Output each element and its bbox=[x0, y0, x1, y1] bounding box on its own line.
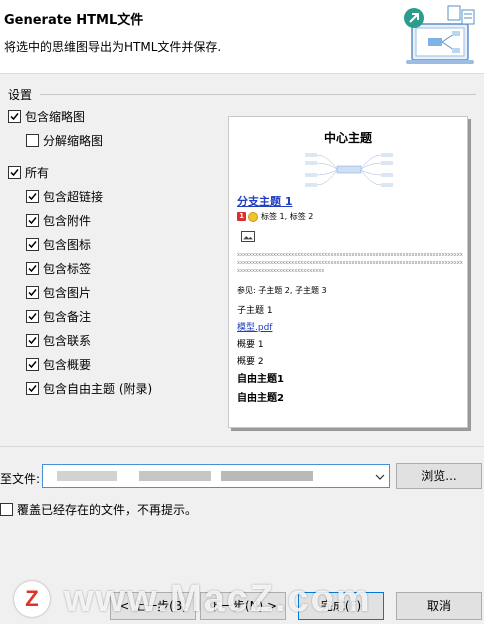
preview-branch-link: 分支主题 1 bbox=[237, 195, 293, 208]
checkbox-include-icons[interactable]: 包含图标 bbox=[26, 235, 91, 253]
preview-note-text: xxxxxxxxxxxxxxxxxxxxxxxxxxxxxxxxxxxxxxxx… bbox=[237, 252, 463, 274]
checkbox-include-tags[interactable]: 包含标签 bbox=[26, 259, 91, 277]
image-placeholder-icon bbox=[241, 231, 255, 242]
checkbox-label: 包含缩略图 bbox=[25, 109, 86, 124]
priority-badge-icon: 1 bbox=[237, 212, 246, 221]
check-icon bbox=[28, 264, 37, 272]
checkbox-label: 包含自由主题 (附录) bbox=[43, 381, 153, 396]
cancel-button[interactable]: 取消 bbox=[396, 592, 482, 620]
check-icon bbox=[10, 168, 19, 176]
checkbox-label: 包含概要 bbox=[43, 357, 92, 372]
file-path-combobox[interactable] bbox=[42, 464, 390, 488]
section-divider bbox=[0, 446, 484, 447]
check-icon bbox=[28, 240, 37, 248]
redacted-path bbox=[221, 471, 313, 481]
checkbox-box[interactable] bbox=[0, 502, 13, 516]
checkbox-box[interactable] bbox=[26, 261, 39, 275]
checkbox-label: 包含图标 bbox=[43, 237, 92, 252]
export-html-illustration-icon bbox=[404, 5, 475, 64]
check-icon bbox=[28, 288, 37, 296]
redacted-path bbox=[139, 471, 211, 481]
checkbox-label: 包含备注 bbox=[43, 309, 92, 324]
checkbox-split-thumbnail[interactable]: 分解缩略图 bbox=[26, 131, 103, 149]
checkbox-label: 所有 bbox=[25, 165, 50, 180]
preview-free-topic-2: 自由主题2 bbox=[237, 393, 284, 404]
checkbox-include-notes[interactable]: 包含备注 bbox=[26, 307, 91, 325]
check-icon bbox=[28, 384, 37, 392]
checkbox-label: 包含标签 bbox=[43, 261, 92, 276]
checkbox-box[interactable] bbox=[8, 165, 21, 179]
dialog-title: Generate HTML文件 bbox=[4, 13, 144, 28]
redacted-path bbox=[57, 471, 117, 481]
checkbox-include-thumbnail[interactable]: 包含缩略图 bbox=[8, 107, 85, 125]
chevron-down-icon[interactable] bbox=[375, 472, 385, 482]
checkbox-box[interactable] bbox=[26, 213, 39, 227]
checkbox-label: 包含附件 bbox=[43, 213, 92, 228]
preview-tags: 标签 1, 标签 2 bbox=[261, 212, 314, 221]
checkbox-label: 包含联系 bbox=[43, 333, 92, 348]
preview-summary-1: 概要 1 bbox=[237, 340, 264, 350]
checkbox-include-hyperlinks[interactable]: 包含超链接 bbox=[26, 187, 103, 205]
preview-tags-row: 1 标签 1, 标签 2 bbox=[237, 211, 313, 222]
checkbox-box[interactable] bbox=[26, 309, 39, 323]
checkbox-box[interactable] bbox=[26, 381, 39, 395]
smiley-icon bbox=[248, 211, 258, 222]
checkbox-box[interactable] bbox=[26, 189, 39, 203]
preview-central-topic: 中心主题 bbox=[323, 131, 372, 145]
preview-see-also: 参见: 子主题 2, 子主题 3 bbox=[237, 286, 327, 295]
checkbox-overwrite[interactable]: 覆盖已经存在的文件，不再提示。 bbox=[0, 500, 197, 518]
checkbox-label: 分解缩略图 bbox=[43, 133, 104, 148]
dialog-subtitle: 将选中的思维图导出为HTML文件并保存. bbox=[4, 40, 222, 54]
preview-summary-2: 概要 2 bbox=[237, 357, 264, 367]
check-icon bbox=[28, 312, 37, 320]
check-icon bbox=[28, 216, 37, 224]
checkbox-box[interactable] bbox=[26, 285, 39, 299]
checkbox-include-relations[interactable]: 包含联系 bbox=[26, 331, 91, 349]
preview-free-topic-1: 自由主题1 bbox=[237, 374, 284, 385]
file-label: 至文件: bbox=[0, 472, 41, 486]
wizard-header: Generate HTML文件 将选中的思维图导出为HTML文件并保存. bbox=[0, 0, 484, 74]
checkbox-include-images[interactable]: 包含图片 bbox=[26, 283, 91, 301]
checkbox-include-attachments[interactable]: 包含附件 bbox=[26, 211, 91, 229]
settings-group-label: 设置 bbox=[8, 88, 33, 102]
check-icon bbox=[28, 336, 37, 344]
back-button[interactable]: < 上一步(B) bbox=[110, 592, 196, 620]
mindmap-thumbnail bbox=[305, 153, 393, 187]
checkbox-all[interactable]: 所有 bbox=[8, 163, 49, 181]
check-icon bbox=[28, 360, 37, 368]
browse-button[interactable]: 浏览... bbox=[396, 463, 482, 489]
check-icon bbox=[28, 192, 37, 200]
group-divider bbox=[40, 94, 476, 95]
checkbox-box[interactable] bbox=[26, 333, 39, 347]
checkbox-include-summaries[interactable]: 包含概要 bbox=[26, 355, 91, 373]
checkbox-label: 包含图片 bbox=[43, 285, 92, 300]
check-icon bbox=[10, 112, 19, 120]
checkbox-box[interactable] bbox=[26, 133, 39, 147]
checkbox-box[interactable] bbox=[26, 357, 39, 371]
preview-attachment-link: 模型.pdf bbox=[237, 323, 273, 333]
checkbox-label: 覆盖已经存在的文件，不再提示。 bbox=[17, 502, 198, 517]
checkbox-box[interactable] bbox=[26, 237, 39, 251]
html-preview-page: 中心主题 分支主题 1 1 标签 1, 标签 2 xxxxxxxxxxxxxxx… bbox=[228, 116, 468, 428]
checkbox-label: 包含超链接 bbox=[43, 189, 104, 204]
next-button[interactable]: 下一步(N) > bbox=[200, 592, 286, 620]
preview-subtopic: 子主题 1 bbox=[237, 306, 273, 316]
checkbox-box[interactable] bbox=[8, 109, 21, 123]
finish-button[interactable]: 完成(F) bbox=[298, 592, 384, 620]
checkbox-include-free-topics[interactable]: 包含自由主题 (附录) bbox=[26, 379, 152, 397]
